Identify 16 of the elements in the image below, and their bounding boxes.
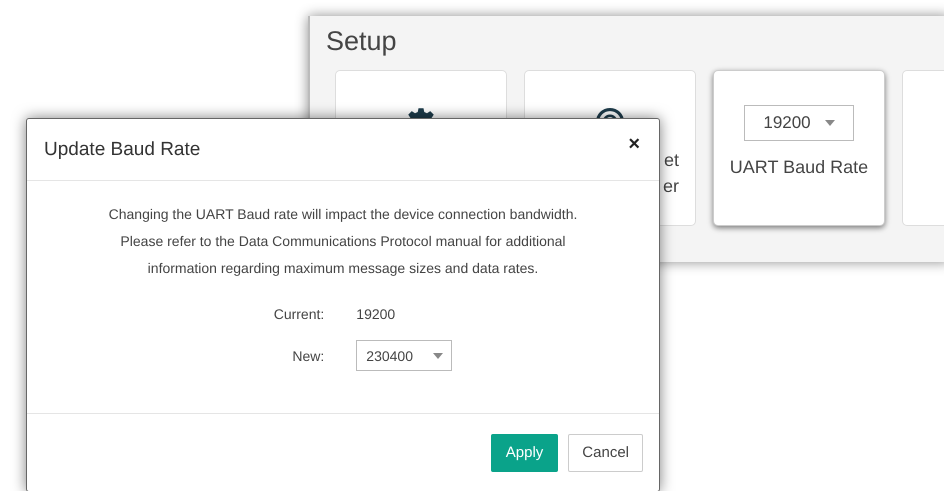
caret-icon bbox=[433, 352, 444, 358]
baud-rate-dropdown[interactable]: 230400 bbox=[356, 340, 452, 371]
dialog-message: Changing the UART Baud rate will impact the device connection bandwidth. Please refer to the Data Communications Protocol manual for additional information regarding maximum message sizes and data rates. bbox=[108, 205, 578, 278]
cancel-button[interactable]: Cancel bbox=[568, 434, 643, 472]
card-label: UART Baud Rate bbox=[730, 157, 868, 178]
field-label: New: bbox=[291, 348, 324, 364]
field-value: 19200 bbox=[356, 306, 396, 322]
panel-title: Setup bbox=[325, 25, 398, 58]
card-label: et bbox=[662, 149, 679, 172]
baud-rate-dropdown[interactable]: 19200 bbox=[744, 105, 854, 141]
close-button[interactable]: × bbox=[624, 133, 644, 156]
setup-card[interactable]: 19200 UART Baud Rate bbox=[713, 70, 885, 226]
caret-icon bbox=[824, 120, 835, 126]
card-label: er bbox=[662, 175, 679, 198]
field-label: Current: bbox=[272, 306, 324, 322]
dialog-title: Update Baud Rate bbox=[44, 138, 200, 160]
